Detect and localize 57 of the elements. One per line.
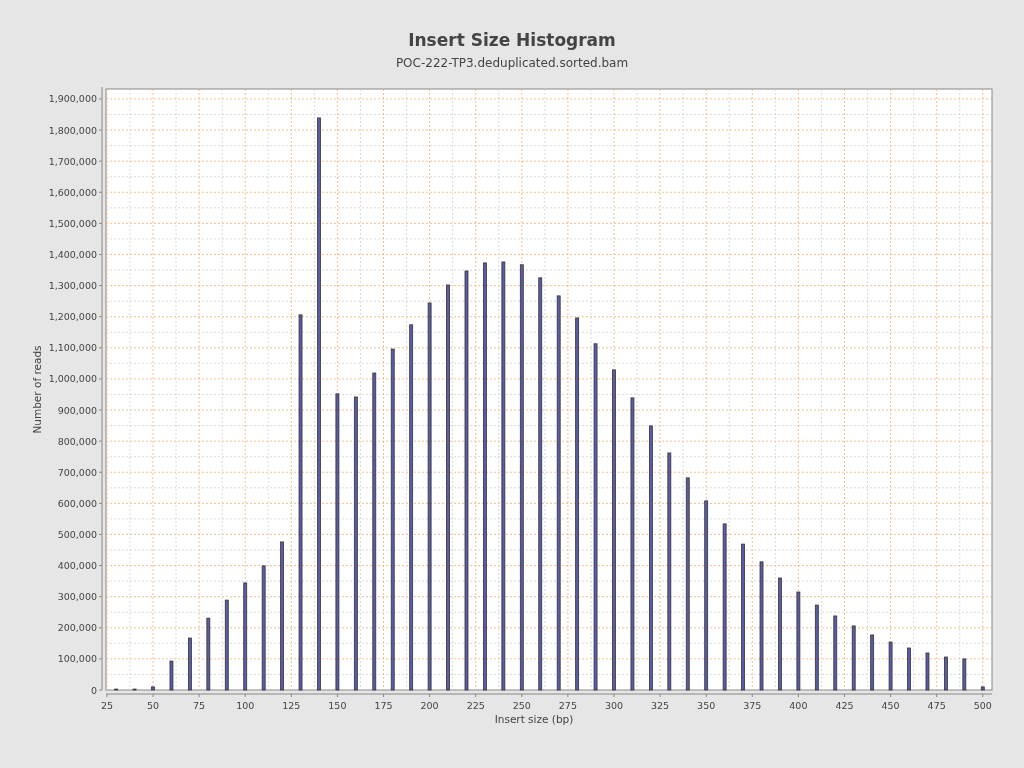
bar xyxy=(114,688,119,691)
tick-label: 1,200,000 xyxy=(48,311,97,323)
tick-label: 250 xyxy=(512,700,531,711)
tick-label: 25 xyxy=(100,700,113,711)
tick-label: 150 xyxy=(328,700,347,711)
tick-label: 1,500,000 xyxy=(48,217,97,229)
bar xyxy=(870,634,875,691)
tick-label: 500,000 xyxy=(57,528,97,540)
tick-label: 475 xyxy=(927,700,946,711)
axis-title: Number of reads xyxy=(31,345,43,434)
tick-label: 325 xyxy=(651,700,670,711)
tick-label: 1,700,000 xyxy=(48,155,97,167)
bar xyxy=(151,686,155,691)
bar xyxy=(925,652,930,691)
tick-label: 300,000 xyxy=(57,591,97,603)
tick-label: 500 xyxy=(973,700,992,711)
tick-label: 1,100,000 xyxy=(48,342,97,354)
bar xyxy=(851,625,856,691)
bar xyxy=(907,647,911,691)
tick-label: 350 xyxy=(697,700,716,711)
tick-label: 0 xyxy=(90,684,97,696)
tick-label: 175 xyxy=(374,700,393,711)
bar xyxy=(888,641,893,691)
tick-label: 200,000 xyxy=(57,622,97,634)
chart-title: Insert Size Histogram xyxy=(408,32,616,49)
tick-label: 375 xyxy=(743,700,762,711)
tick-label: 1,400,000 xyxy=(48,249,97,260)
tick-label: 225 xyxy=(466,700,485,711)
bar xyxy=(962,658,967,691)
tick-label: 800,000 xyxy=(57,435,97,447)
tick-label: 300 xyxy=(604,700,624,711)
bar xyxy=(980,686,985,691)
tick-label: 50 xyxy=(146,700,160,711)
tick-label: 1,800,000 xyxy=(48,124,97,136)
tick-label: 450 xyxy=(881,700,900,711)
tick-label: 100,000 xyxy=(57,653,97,665)
tick-label: 275 xyxy=(558,700,577,711)
tick-label: 600,000 xyxy=(57,497,97,509)
bar xyxy=(188,637,192,691)
tick-label: 1,000,000 xyxy=(48,373,97,385)
bar xyxy=(132,688,137,691)
tick-label: 400 xyxy=(789,700,808,711)
chart-subtitle: POC-222-TP3.deduplicated.sorted.bam xyxy=(395,57,629,69)
tick-label: 400,000 xyxy=(57,560,97,572)
tick-label: 700,000 xyxy=(57,466,97,478)
tick-label: 900,000 xyxy=(57,404,97,416)
axis-title: Insert size (bp) xyxy=(494,713,574,725)
tick-label: 1,900,000 xyxy=(48,93,97,105)
tick-label: 75 xyxy=(193,700,206,711)
tick-label: 425 xyxy=(835,700,854,711)
tick-label: 200 xyxy=(420,700,439,711)
tick-label: 100 xyxy=(236,700,255,711)
tick-label: 1,600,000 xyxy=(48,186,97,198)
tick-label: 1,300,000 xyxy=(48,280,97,292)
tick-label: 125 xyxy=(282,700,301,711)
bar xyxy=(169,660,174,691)
bar xyxy=(944,656,948,691)
